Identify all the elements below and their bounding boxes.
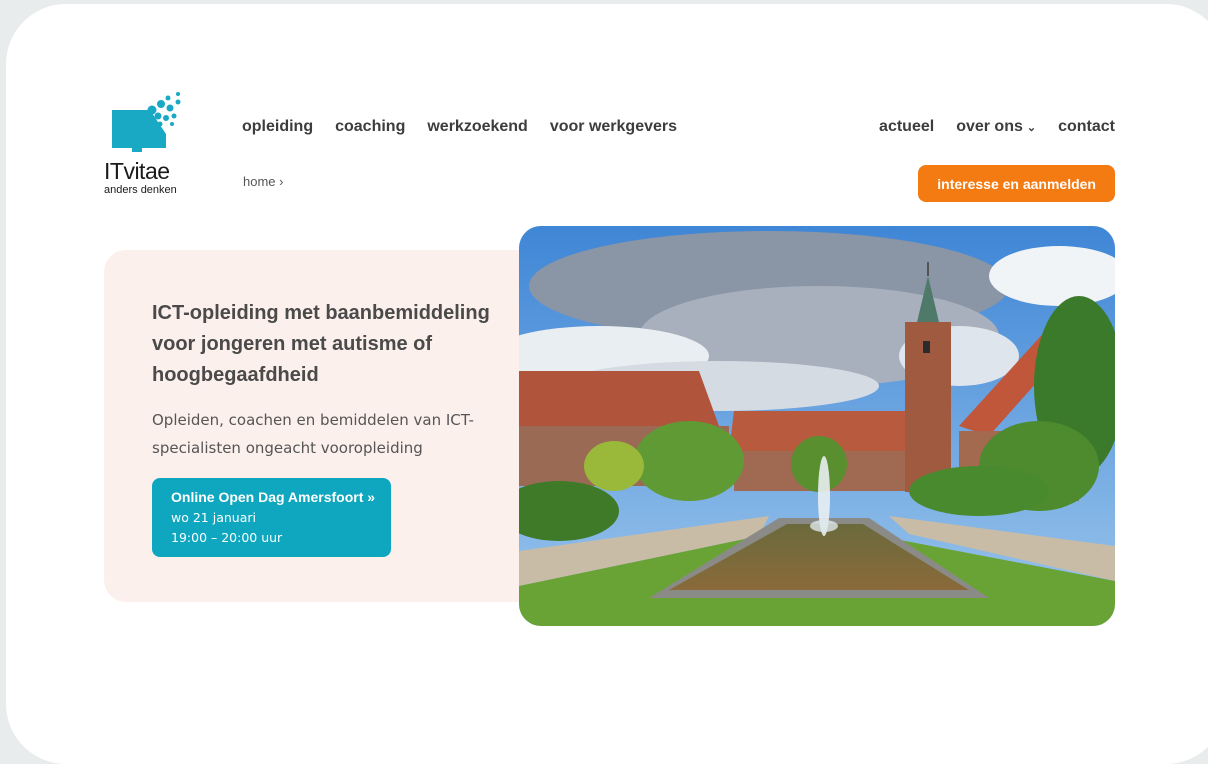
nav-link-coaching[interactable]: coaching	[335, 118, 405, 136]
nav-link-over-ons[interactable]: over ons ⌄	[956, 118, 1036, 136]
hero-title: ICT-opleiding met baanbemiddeling voor j…	[152, 302, 490, 386]
nav-link-contact[interactable]: contact	[1058, 118, 1115, 136]
nav-link-werkzoekend[interactable]: werkzoekend	[427, 118, 527, 136]
open-day-button[interactable]: Online Open Dag Amersfoort » wo 21 janua…	[152, 478, 391, 557]
nav-link-opleiding[interactable]: opleiding	[242, 118, 313, 136]
logo-tagline: anders denken	[104, 184, 177, 196]
chevron-down-icon: ⌄	[1026, 122, 1037, 134]
hero-subtitle: Opleiden, coachen en bemiddelen van ICT-…	[152, 411, 474, 457]
open-day-title: Online Open Dag Amersfoort »	[171, 489, 376, 505]
logo-icon	[112, 92, 181, 152]
nav-link-voor-werkgevers[interactable]: voor werkgevers	[550, 118, 677, 136]
site-logo[interactable]: ITvitae anders denken	[104, 90, 194, 200]
nav-link-actueel[interactable]: actueel	[879, 118, 934, 136]
secondary-nav: actueel over ons ⌄ contact	[879, 118, 1115, 136]
hero-image	[519, 226, 1115, 626]
campus-photo	[519, 226, 1115, 626]
open-day-date: wo 21 januari	[171, 510, 256, 525]
open-day-time: 19:00 – 20:00 uur	[171, 530, 283, 545]
main-nav: opleiding coaching werkzoekend voor werk…	[242, 118, 677, 136]
interest-signup-button[interactable]: interesse en aanmelden	[918, 165, 1115, 202]
logo-name: ITvitae	[104, 158, 170, 184]
breadcrumb-home[interactable]: home ›	[243, 174, 283, 189]
nav-link-over-ons-label: over ons	[956, 118, 1023, 135]
